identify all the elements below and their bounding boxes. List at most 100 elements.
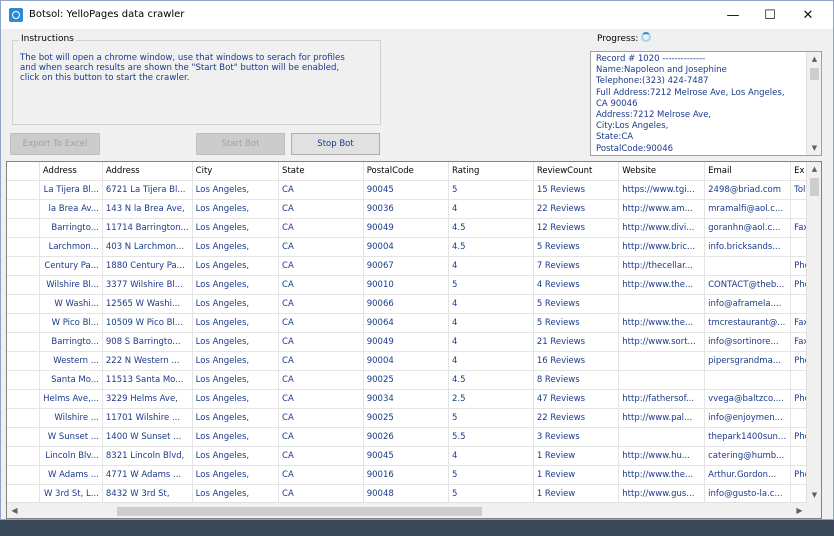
table-cell[interactable]: 12565 W Washi...	[102, 294, 193, 314]
maximize-button[interactable]: ☐	[751, 1, 789, 29]
table-cell[interactable]: 11513 Santa Mo...	[102, 370, 193, 390]
table-cell[interactable]: 8321 Lincoln Blvd,	[102, 446, 193, 466]
table-cell[interactable]: 16 Reviews	[533, 351, 620, 371]
table-cell[interactable]: 90025	[363, 370, 450, 390]
table-cell[interactable]: W Adams ...	[39, 465, 103, 485]
table-cell[interactable]: Lincoln Blv...	[39, 446, 103, 466]
table-cell[interactable]: CONTACT@theb...	[704, 275, 792, 295]
table-cell[interactable]: 5.5	[448, 427, 534, 447]
column-header[interactable]: City	[192, 162, 280, 181]
table-cell[interactable]: 11701 Wilshire ...	[102, 408, 193, 428]
column-header[interactable]: Rating	[448, 162, 534, 181]
table-cell[interactable]	[618, 370, 706, 390]
row-header[interactable]	[7, 446, 40, 466]
table-cell[interactable]: 1400 W Sunset ...	[102, 427, 193, 447]
scroll-right-icon[interactable]: ▶	[792, 503, 807, 518]
table-row[interactable]: Western ... 222 N Western ... Los Angeles,…	[7, 351, 821, 371]
scroll-down-icon[interactable]: ▼	[807, 488, 821, 502]
table-cell[interactable]: 4	[448, 446, 534, 466]
column-header[interactable]: State	[278, 162, 364, 181]
table-cell[interactable]: 5 Reviews	[533, 313, 620, 333]
table-cell[interactable]: CA	[278, 256, 364, 276]
table-row[interactable]: Barringto... 908 S Barringto... Los Angele…	[7, 332, 821, 352]
grid-vertical-scrollbar[interactable]: ▲ ▼	[806, 162, 821, 502]
column-header[interactable]: Address	[102, 162, 193, 181]
table-row[interactable]: Century Pa... 1880 Century Pa... Los Angel…	[7, 256, 821, 276]
table-cell[interactable]: 90049	[363, 332, 450, 352]
table-row[interactable]: W Washi... 12565 W Washi... Los Angeles, CA…	[7, 294, 821, 314]
table-cell[interactable]: Los Angeles,	[192, 484, 280, 504]
table-cell[interactable]: la Brea Av...	[39, 199, 103, 219]
column-header[interactable]: Address	[39, 162, 103, 181]
row-header[interactable]	[7, 313, 40, 333]
table-cell[interactable]: CA	[278, 294, 364, 314]
table-cell[interactable]: 1880 Century Pa...	[102, 256, 193, 276]
table-cell[interactable]: 47 Reviews	[533, 389, 620, 409]
table-cell[interactable]: 5 Reviews	[533, 294, 620, 314]
table-cell[interactable]: goranhn@aol.c...	[704, 218, 792, 238]
minimize-button[interactable]: —	[714, 1, 752, 29]
table-cell[interactable]: Wilshire Bl...	[39, 275, 103, 295]
table-cell[interactable]: 5	[448, 465, 534, 485]
table-cell[interactable]: CA	[278, 446, 364, 466]
table-row[interactable]: Larchmon... 403 N Larchmon... Los Angeles,…	[7, 237, 821, 257]
row-header[interactable]	[7, 256, 40, 276]
table-cell[interactable]: 6721 La Tijera Bl...	[102, 180, 193, 200]
row-header[interactable]	[7, 275, 40, 295]
table-cell[interactable]: CA	[278, 218, 364, 238]
table-cell[interactable]: CA	[278, 408, 364, 428]
table-cell[interactable]	[704, 370, 792, 390]
table-cell[interactable]: 403 N Larchmon...	[102, 237, 193, 257]
scroll-down-icon[interactable]: ▼	[807, 141, 821, 155]
table-cell[interactable]: Los Angeles,	[192, 427, 280, 447]
results-grid[interactable]: Address Address City State PostalCode Rating R…	[6, 161, 822, 519]
table-cell[interactable]: http://www.the...	[618, 275, 706, 295]
table-cell[interactable]: tmcrestaurant@...	[704, 313, 792, 333]
table-cell[interactable]: Los Angeles,	[192, 199, 280, 219]
table-row[interactable]: Barringto... 11714 Barrington... Los Angel…	[7, 218, 821, 238]
row-header[interactable]	[7, 465, 40, 485]
close-button[interactable]: ✕	[789, 1, 827, 29]
table-cell[interactable]: 1 Review	[533, 446, 620, 466]
row-header[interactable]	[7, 199, 40, 219]
table-cell[interactable]: Wilshire ...	[39, 408, 103, 428]
table-cell[interactable]: 22 Reviews	[533, 199, 620, 219]
table-cell[interactable]: 1 Review	[533, 465, 620, 485]
table-row[interactable]: Lincoln Blv... 8321 Lincoln Blvd, Los Ange…	[7, 446, 821, 466]
table-cell[interactable]: 90016	[363, 465, 450, 485]
column-header[interactable]: Email	[704, 162, 792, 181]
table-cell[interactable]: 4.5	[448, 237, 534, 257]
table-cell[interactable]: Los Angeles,	[192, 256, 280, 276]
table-cell[interactable]: 22 Reviews	[533, 408, 620, 428]
table-cell[interactable]: Los Angeles,	[192, 237, 280, 257]
table-cell[interactable]: 90067	[363, 256, 450, 276]
scroll-thumb[interactable]	[117, 507, 482, 516]
table-cell[interactable]: CA	[278, 332, 364, 352]
table-cell[interactable]: W Washi...	[39, 294, 103, 314]
table-cell[interactable]: 4 Reviews	[533, 275, 620, 295]
progress-log[interactable]: Record # 1020 -------------- Name:Napole…	[590, 51, 822, 156]
table-cell[interactable]: Los Angeles,	[192, 446, 280, 466]
table-cell[interactable]: 4	[448, 256, 534, 276]
column-header[interactable]: PostalCode	[363, 162, 450, 181]
table-cell[interactable]	[618, 351, 706, 371]
table-cell[interactable]: Los Angeles,	[192, 313, 280, 333]
table-cell[interactable]: CA	[278, 370, 364, 390]
table-cell[interactable]: Los Angeles,	[192, 465, 280, 485]
table-cell[interactable]: Los Angeles,	[192, 294, 280, 314]
table-cell[interactable]: Larchmon...	[39, 237, 103, 257]
table-cell[interactable]: http://www.pal...	[618, 408, 706, 428]
table-cell[interactable]: 90036	[363, 199, 450, 219]
table-cell[interactable]	[704, 256, 792, 276]
table-cell[interactable]: 90010	[363, 275, 450, 295]
table-cell[interactable]: W Sunset ...	[39, 427, 103, 447]
table-row[interactable]: la Brea Av... 143 N la Brea Ave, Los Angel…	[7, 199, 821, 219]
table-row[interactable]: Wilshire Bl... 3377 Wilshire Bl... Los Ang…	[7, 275, 821, 295]
table-cell[interactable]: info@enjoymen...	[704, 408, 792, 428]
table-cell[interactable]: 90049	[363, 218, 450, 238]
table-cell[interactable]: 7 Reviews	[533, 256, 620, 276]
table-cell[interactable]: http://www.the...	[618, 313, 706, 333]
table-cell[interactable]: CA	[278, 351, 364, 371]
table-cell[interactable]: 21 Reviews	[533, 332, 620, 352]
scroll-thumb[interactable]	[810, 68, 819, 80]
